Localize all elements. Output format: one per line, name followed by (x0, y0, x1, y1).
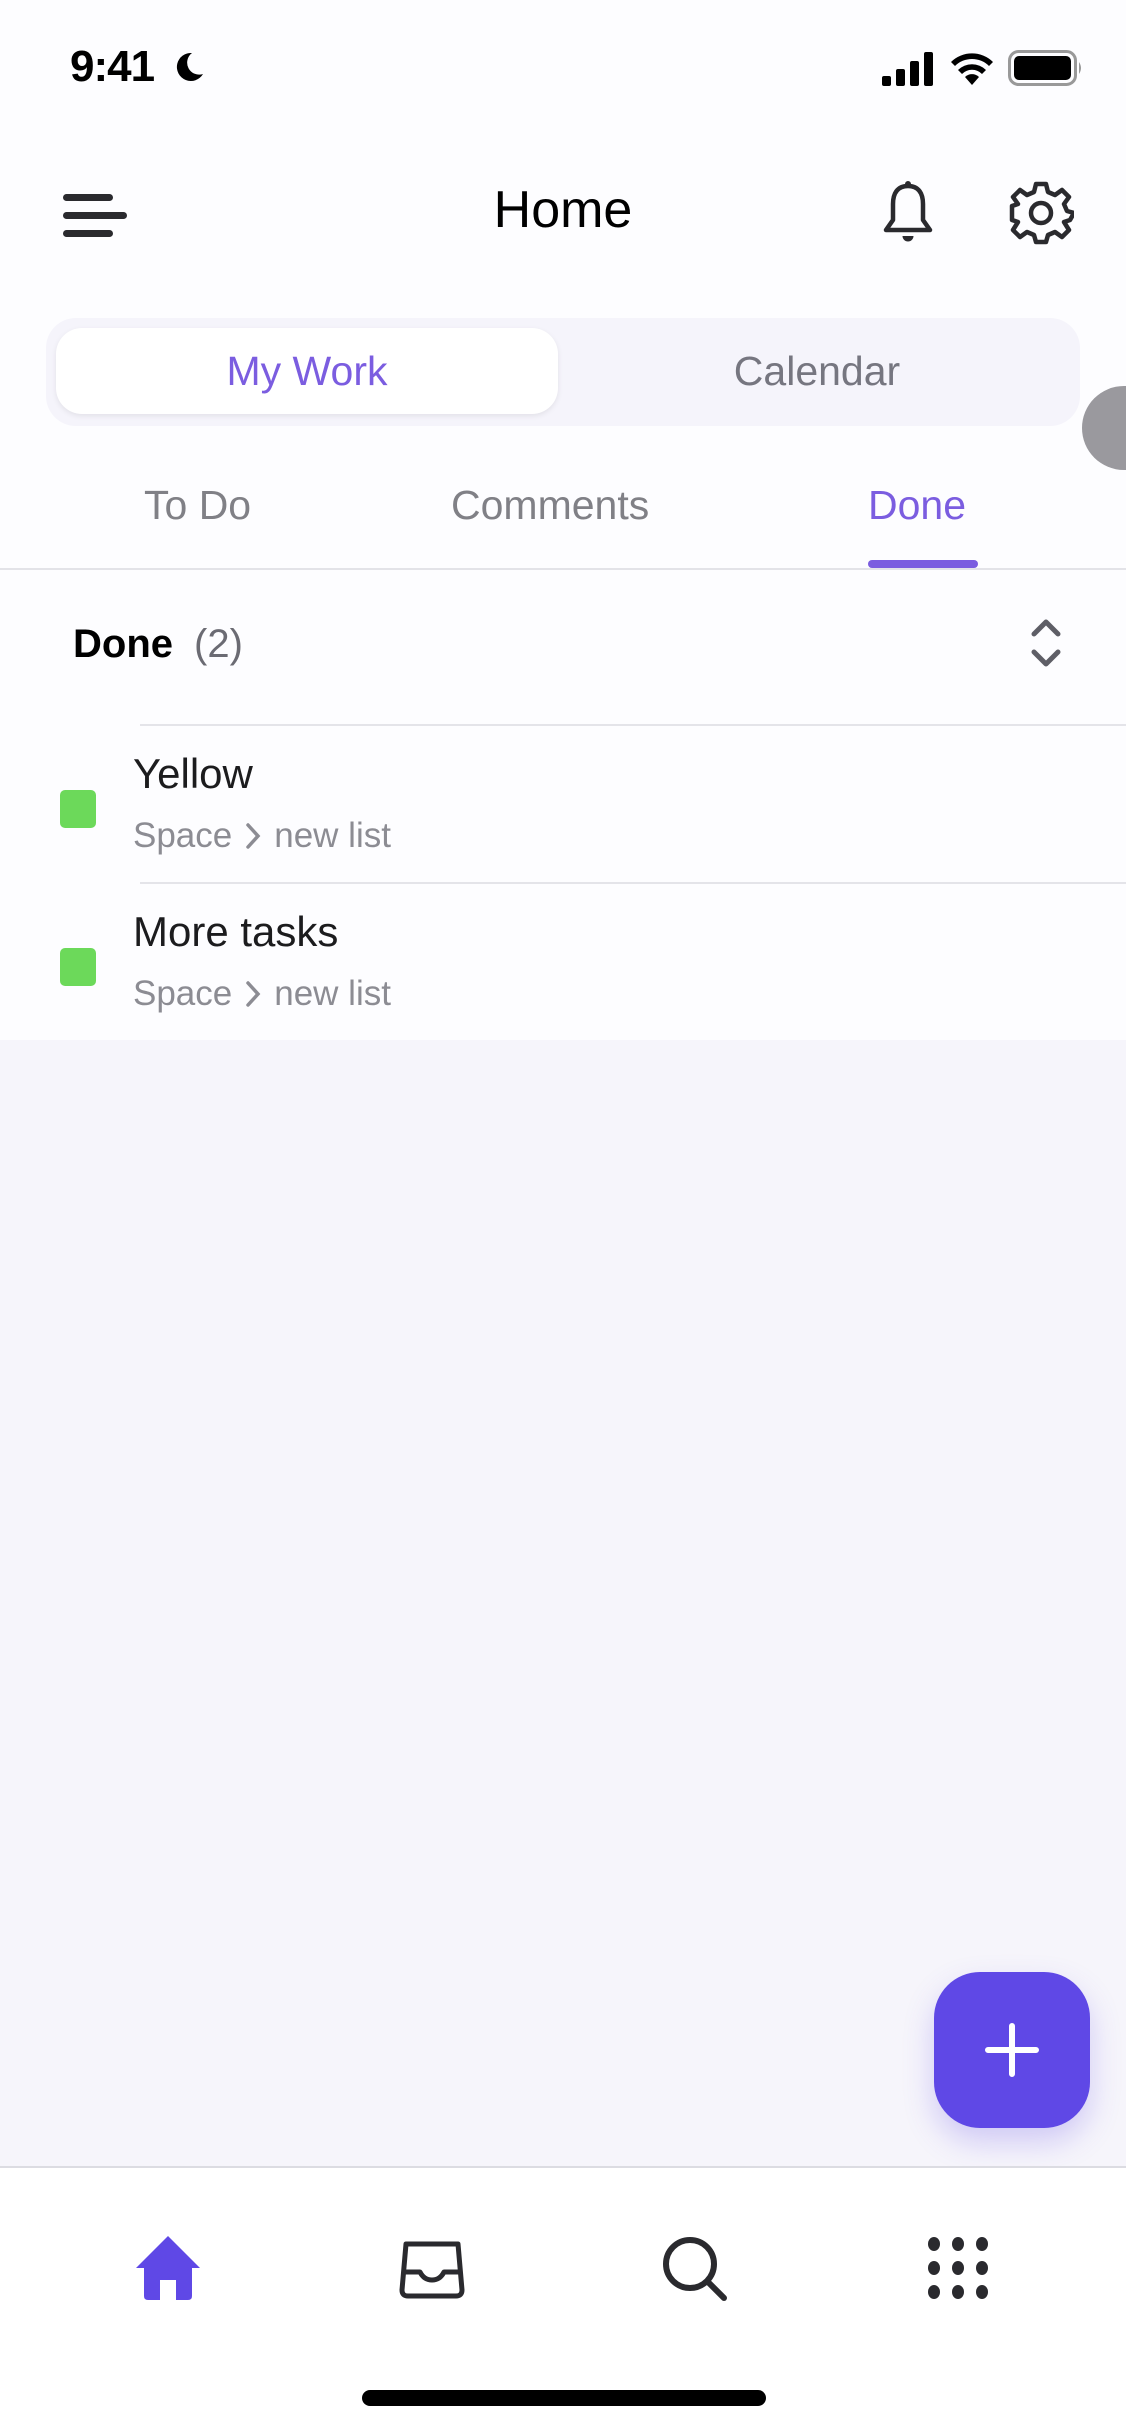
status-square[interactable] (60, 790, 96, 828)
tab-done[interactable]: Done (868, 482, 966, 529)
task-name: More tasks (133, 908, 339, 955)
chevron-right-icon (246, 823, 261, 849)
search-icon[interactable] (654, 2228, 734, 2308)
group-title: Done (73, 622, 173, 666)
gear-icon[interactable] (1008, 180, 1074, 246)
plus-icon (985, 2023, 1039, 2077)
cellular-signal-icon (882, 52, 933, 86)
view-segmented-control: My Work Calendar (46, 318, 1080, 426)
segment-my-work[interactable]: My Work (56, 328, 558, 414)
sort-up-down-icon[interactable] (1026, 614, 1066, 672)
status-tabs: To Do Comments Done (0, 470, 1126, 570)
space-name: Space (133, 974, 233, 1013)
list-name: new list (274, 974, 391, 1013)
task-name: Yellow (133, 750, 253, 797)
wifi-icon (951, 53, 993, 85)
inbox-icon[interactable] (392, 2228, 472, 2308)
app-header: Home (0, 160, 1126, 270)
group-count: (2) (194, 622, 243, 666)
space-name: Space (133, 816, 233, 855)
segment-calendar[interactable]: Calendar (566, 328, 1068, 414)
apps-grid-icon[interactable] (918, 2228, 998, 2308)
add-task-button[interactable] (934, 1972, 1090, 2128)
task-row[interactable]: More tasks Space new list (0, 884, 1126, 1040)
group-header[interactable]: Done (2) (0, 572, 1126, 724)
active-tab-indicator (868, 560, 978, 568)
page-title: Home (493, 181, 633, 239)
task-location: Space new list (133, 974, 391, 1014)
home-indicator (362, 2390, 766, 2406)
tab-to-do[interactable]: To Do (144, 482, 251, 529)
list-name: new list (274, 816, 391, 855)
home-icon[interactable] (128, 2228, 208, 2308)
battery-icon (1008, 50, 1081, 86)
task-row[interactable]: Yellow Space new list (0, 726, 1126, 882)
status-time: 9:41 (70, 42, 155, 91)
task-location: Space new list (133, 816, 391, 856)
bell-icon[interactable] (880, 180, 936, 246)
status-square[interactable] (60, 948, 96, 986)
moon-icon (176, 52, 203, 81)
tab-comments[interactable]: Comments (451, 482, 649, 529)
chevron-right-icon (246, 981, 261, 1007)
status-bar: 9:41 (0, 0, 1126, 140)
